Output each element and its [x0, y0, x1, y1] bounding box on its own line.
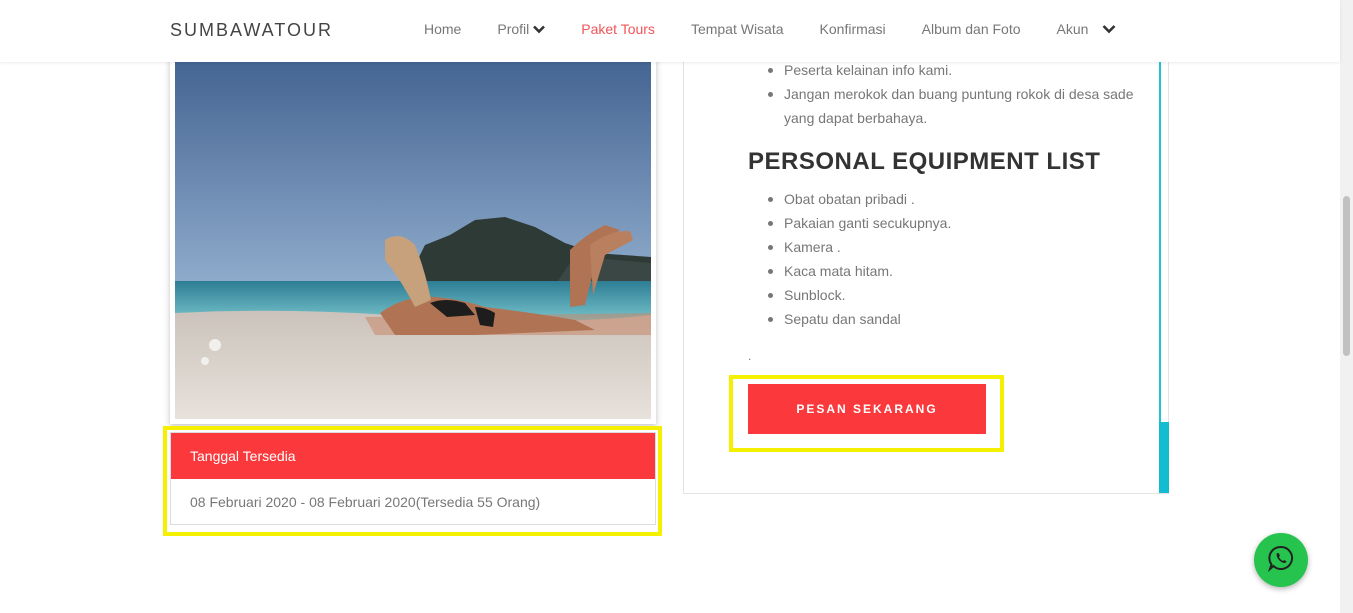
nav-tempat-wisata[interactable]: Tempat Wisata [691, 21, 784, 37]
list-item: Kaca mata hitam. [765, 259, 1145, 283]
page-scrollbar-thumb[interactable] [1343, 196, 1350, 356]
chevron-down-icon [1102, 21, 1116, 37]
list-item: Sunblock. [765, 283, 1145, 307]
whatsapp-icon [1267, 544, 1295, 577]
list-item: Kamera . [765, 235, 1145, 259]
nav-tempat-wisata-label: Tempat Wisata [690, 21, 784, 37]
whatsapp-button[interactable] [1254, 533, 1308, 587]
nav-paket-tours[interactable]: Paket Tours [581, 21, 655, 37]
nav-konfirmasi[interactable]: Konfirmasi [820, 21, 886, 37]
chevron-down-icon [533, 21, 546, 37]
nav-akun-label: Akun [1056, 21, 1089, 37]
equipment-title: PERSONAL EQUIPMENT LIST [748, 148, 1101, 175]
available-dates-header: Tanggal Tersedia [171, 433, 655, 479]
list-item: Sepatu dan sandal [765, 307, 1145, 331]
trailing-text: . [748, 349, 752, 363]
nav-konfirmasi-label: Konfirmasi [819, 21, 886, 37]
nav-profil-label: Profil [497, 21, 530, 37]
list-item: Pakaian ganti secukupnya. [765, 211, 1145, 235]
equipment-list: Obat obatan pribadi . Pakaian ganti secu… [765, 187, 1145, 331]
nav-album-foto[interactable]: Album dan Foto [922, 21, 1021, 37]
brand-logo[interactable]: SUMBAWATOUR [170, 20, 333, 41]
page-scrollbar[interactable] [1340, 0, 1353, 613]
beach-photo [175, 45, 651, 419]
nav-home-label: Home [424, 21, 462, 37]
main-nav: Home Profil Paket Tours Tempat Wisata Ko… [424, 21, 1152, 37]
scroll-indicator-thumb[interactable] [1159, 422, 1169, 493]
nav-album-foto-label: Album dan Foto [921, 21, 1021, 37]
nav-akun[interactable]: Akun [1057, 21, 1117, 37]
list-item: Obat obatan pribadi . [765, 187, 1145, 211]
tour-photo-frame [170, 40, 656, 424]
list-item: Jangan merokok dan buang puntung rokok d… [765, 82, 1145, 130]
nav-profil[interactable]: Profil [497, 21, 546, 37]
navbar: SUMBAWATOUR Home Profil Paket Tours Temp… [0, 0, 1340, 62]
available-date-entry[interactable]: 08 Februari 2020 - 08 Februari 2020(Ters… [171, 479, 655, 510]
rules-list: Peserta kelainan info kami. Jangan merok… [765, 58, 1145, 130]
nav-home[interactable]: Home [424, 21, 461, 37]
nav-paket-tours-label: Paket Tours [581, 21, 655, 37]
book-now-button[interactable]: PESAN SEKARANG [748, 384, 986, 434]
available-dates-card: Tanggal Tersedia 08 Februari 2020 - 08 F… [170, 432, 656, 525]
